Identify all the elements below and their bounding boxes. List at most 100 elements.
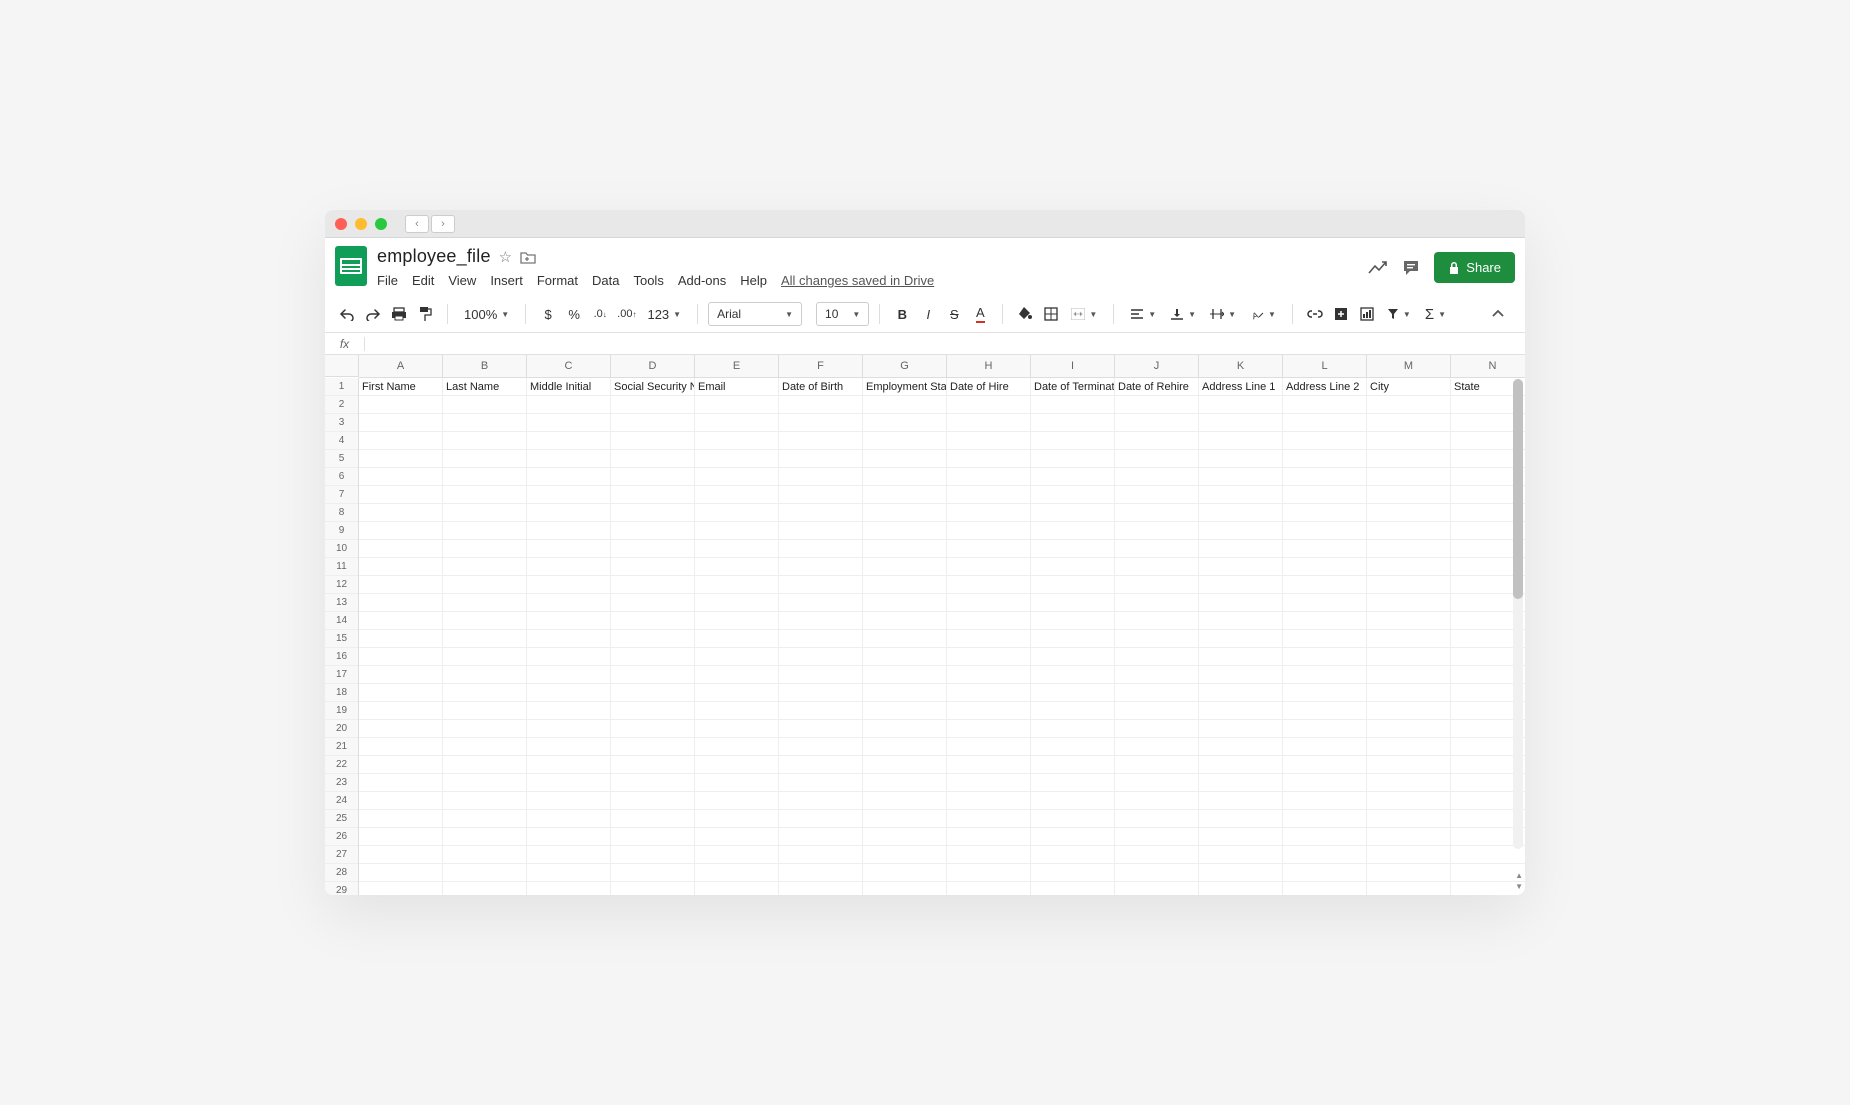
cell-J24[interactable] bbox=[1115, 792, 1199, 809]
cell-H20[interactable] bbox=[947, 720, 1031, 737]
cell-C3[interactable] bbox=[527, 414, 611, 431]
cell-A15[interactable] bbox=[359, 630, 443, 647]
cell-N27[interactable] bbox=[1451, 846, 1525, 863]
cell-E13[interactable] bbox=[695, 594, 779, 611]
column-header-B[interactable]: B bbox=[443, 355, 527, 377]
row-header-7[interactable]: 7 bbox=[325, 486, 358, 504]
cell-F22[interactable] bbox=[779, 756, 863, 773]
cell-L23[interactable] bbox=[1283, 774, 1367, 791]
nav-forward-button[interactable]: › bbox=[431, 215, 455, 233]
column-header-E[interactable]: E bbox=[695, 355, 779, 377]
row-header-14[interactable]: 14 bbox=[325, 612, 358, 630]
cell-A28[interactable] bbox=[359, 864, 443, 881]
cell-G29[interactable] bbox=[863, 882, 947, 895]
collapse-toolbar-button[interactable] bbox=[1488, 302, 1515, 326]
cell-I9[interactable] bbox=[1031, 522, 1115, 539]
cell-C19[interactable] bbox=[527, 702, 611, 719]
cell-A21[interactable] bbox=[359, 738, 443, 755]
cell-E10[interactable] bbox=[695, 540, 779, 557]
cell-F20[interactable] bbox=[779, 720, 863, 737]
column-header-J[interactable]: J bbox=[1115, 355, 1199, 377]
row-header-2[interactable]: 2 bbox=[325, 396, 358, 414]
cell-B8[interactable] bbox=[443, 504, 527, 521]
cell-L3[interactable] bbox=[1283, 414, 1367, 431]
cell-C23[interactable] bbox=[527, 774, 611, 791]
menu-insert[interactable]: Insert bbox=[490, 271, 523, 290]
cell-B10[interactable] bbox=[443, 540, 527, 557]
cell-B13[interactable] bbox=[443, 594, 527, 611]
cell-M23[interactable] bbox=[1367, 774, 1451, 791]
cell-B5[interactable] bbox=[443, 450, 527, 467]
cell-K1[interactable]: Address Line 1 bbox=[1199, 378, 1283, 395]
cell-H19[interactable] bbox=[947, 702, 1031, 719]
vertical-align-dropdown[interactable]: ▼ bbox=[1164, 308, 1202, 320]
cell-K26[interactable] bbox=[1199, 828, 1283, 845]
italic-button[interactable]: I bbox=[916, 302, 940, 326]
cell-H3[interactable] bbox=[947, 414, 1031, 431]
cell-E15[interactable] bbox=[695, 630, 779, 647]
column-header-N[interactable]: N bbox=[1451, 355, 1525, 377]
move-to-folder-icon[interactable] bbox=[520, 250, 536, 264]
cell-C18[interactable] bbox=[527, 684, 611, 701]
cell-J20[interactable] bbox=[1115, 720, 1199, 737]
cell-C12[interactable] bbox=[527, 576, 611, 593]
cell-F16[interactable] bbox=[779, 648, 863, 665]
cell-M17[interactable] bbox=[1367, 666, 1451, 683]
row-header-5[interactable]: 5 bbox=[325, 450, 358, 468]
cell-F12[interactable] bbox=[779, 576, 863, 593]
maximize-window-button[interactable] bbox=[375, 218, 387, 230]
cell-H6[interactable] bbox=[947, 468, 1031, 485]
cell-E24[interactable] bbox=[695, 792, 779, 809]
cell-I13[interactable] bbox=[1031, 594, 1115, 611]
cell-K3[interactable] bbox=[1199, 414, 1283, 431]
cell-M19[interactable] bbox=[1367, 702, 1451, 719]
text-rotate-dropdown[interactable]: A▼ bbox=[1244, 308, 1282, 320]
menu-view[interactable]: View bbox=[448, 271, 476, 290]
cell-C1[interactable]: Middle Initial bbox=[527, 378, 611, 395]
cell-C21[interactable] bbox=[527, 738, 611, 755]
cell-E20[interactable] bbox=[695, 720, 779, 737]
cell-I27[interactable] bbox=[1031, 846, 1115, 863]
column-header-F[interactable]: F bbox=[779, 355, 863, 377]
cell-G17[interactable] bbox=[863, 666, 947, 683]
cell-C24[interactable] bbox=[527, 792, 611, 809]
cell-D16[interactable] bbox=[611, 648, 695, 665]
cell-H9[interactable] bbox=[947, 522, 1031, 539]
cell-K8[interactable] bbox=[1199, 504, 1283, 521]
cell-H16[interactable] bbox=[947, 648, 1031, 665]
cell-F23[interactable] bbox=[779, 774, 863, 791]
cell-F27[interactable] bbox=[779, 846, 863, 863]
cell-M28[interactable] bbox=[1367, 864, 1451, 881]
cell-J16[interactable] bbox=[1115, 648, 1199, 665]
cell-N28[interactable] bbox=[1451, 864, 1525, 881]
cell-K17[interactable] bbox=[1199, 666, 1283, 683]
cell-H10[interactable] bbox=[947, 540, 1031, 557]
cell-A4[interactable] bbox=[359, 432, 443, 449]
cell-H22[interactable] bbox=[947, 756, 1031, 773]
cell-K2[interactable] bbox=[1199, 396, 1283, 413]
cell-K15[interactable] bbox=[1199, 630, 1283, 647]
cell-J19[interactable] bbox=[1115, 702, 1199, 719]
column-header-G[interactable]: G bbox=[863, 355, 947, 377]
cell-J15[interactable] bbox=[1115, 630, 1199, 647]
insert-comment-button[interactable] bbox=[1329, 302, 1353, 326]
cell-L2[interactable] bbox=[1283, 396, 1367, 413]
cell-J17[interactable] bbox=[1115, 666, 1199, 683]
cell-E3[interactable] bbox=[695, 414, 779, 431]
cell-L15[interactable] bbox=[1283, 630, 1367, 647]
cell-L6[interactable] bbox=[1283, 468, 1367, 485]
cell-F6[interactable] bbox=[779, 468, 863, 485]
cell-B27[interactable] bbox=[443, 846, 527, 863]
row-header-12[interactable]: 12 bbox=[325, 576, 358, 594]
cell-L26[interactable] bbox=[1283, 828, 1367, 845]
cell-B29[interactable] bbox=[443, 882, 527, 895]
cell-H26[interactable] bbox=[947, 828, 1031, 845]
cell-C6[interactable] bbox=[527, 468, 611, 485]
cell-M8[interactable] bbox=[1367, 504, 1451, 521]
cell-F4[interactable] bbox=[779, 432, 863, 449]
formula-input[interactable] bbox=[365, 333, 1525, 354]
cell-K22[interactable] bbox=[1199, 756, 1283, 773]
redo-button[interactable] bbox=[361, 302, 385, 326]
cell-C2[interactable] bbox=[527, 396, 611, 413]
cell-D7[interactable] bbox=[611, 486, 695, 503]
